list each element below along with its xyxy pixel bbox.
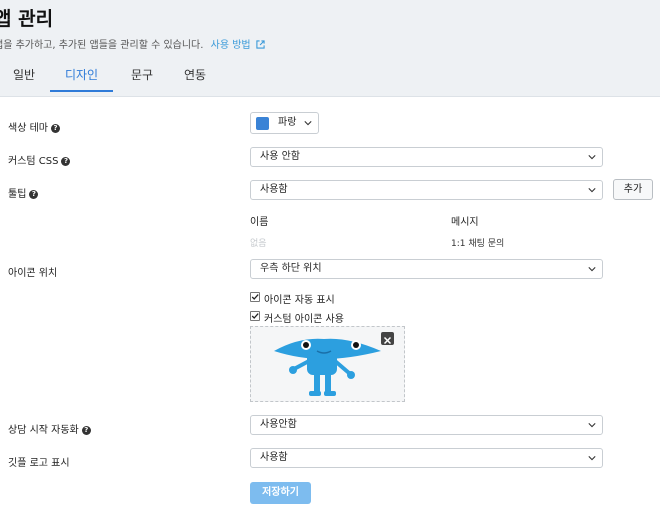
tooltip-label: 툴팁? [8, 185, 39, 200]
save-button[interactable]: 저장하기 [250, 482, 311, 504]
table-cell-name: 없음 [250, 239, 267, 249]
add-tooltip-button[interactable]: 추가 [613, 179, 653, 200]
chevron-down-icon [588, 423, 596, 428]
icon-position-select[interactable]: 우측 하단 위치 [250, 259, 603, 279]
page-header: 앱 관리 앱을 추가하고, 추가된 앱들을 관리할 수 있습니다. 사용 방법 … [0, 0, 660, 97]
help-link-label: 사용 방법 [210, 40, 251, 51]
color-theme-select[interactable]: 파랑 [250, 112, 319, 134]
checkmark-icon [251, 313, 259, 319]
show-logo-value: 사용함 [260, 452, 288, 463]
tab-general[interactable]: 일반 [4, 66, 44, 90]
tooltip-value: 사용함 [260, 184, 288, 195]
help-icon[interactable]: ? [29, 189, 39, 199]
auto-start-select[interactable]: 사용안함 [250, 415, 603, 435]
help-icon[interactable]: ? [50, 123, 60, 133]
tab-design[interactable]: 디자인 [50, 66, 113, 92]
color-theme-value: 파랑 [278, 117, 297, 128]
custom-icon-preview[interactable] [250, 326, 405, 402]
custom-icon-checkbox[interactable] [250, 311, 260, 321]
chevron-down-icon [588, 267, 596, 272]
auto-start-value: 사용안함 [260, 419, 297, 430]
auto-start-label: 상담 시작 자동화? [8, 421, 91, 436]
page-subtitle: 앱을 추가하고, 추가된 앱들을 관리할 수 있습니다. 사용 방법 [0, 36, 265, 51]
close-icon [383, 336, 392, 345]
mascot-icon [274, 338, 381, 396]
page-title: 앱 관리 [0, 8, 54, 30]
chevron-down-icon [304, 121, 312, 126]
custom-css-value: 사용 안함 [260, 151, 300, 162]
icon-position-value: 우측 하단 위치 [260, 263, 322, 274]
chevron-down-icon [588, 456, 596, 461]
tooltip-select[interactable]: 사용함 [250, 180, 603, 200]
custom-css-select[interactable]: 사용 안함 [250, 147, 603, 167]
color-swatch [256, 117, 269, 130]
remove-icon-button[interactable] [381, 332, 394, 345]
icon-position-label: 아이콘 위치 [8, 268, 58, 279]
tab-integration[interactable]: 연동 [175, 66, 215, 90]
custom-css-label: 커스텀 CSS? [8, 152, 71, 167]
show-logo-select[interactable]: 사용함 [250, 448, 603, 468]
auto-show-icon-label: 아이콘 자동 표시 [264, 295, 335, 306]
external-link-icon [256, 40, 265, 49]
custom-icon-label: 커스텀 아이콘 사용 [264, 314, 344, 325]
help-icon[interactable]: ? [81, 425, 91, 435]
color-theme-label: 색상 테마? [8, 119, 60, 134]
table-cell-message: 1:1 채팅 문의 [451, 239, 505, 249]
show-logo-label: 깃플 로고 표시 [8, 458, 70, 469]
help-icon[interactable]: ? [61, 156, 71, 166]
auto-show-icon-checkbox[interactable] [250, 292, 260, 302]
column-header-message: 메시지 [451, 217, 479, 228]
page-description: 앱을 추가하고, 추가된 앱들을 관리할 수 있습니다. [0, 40, 204, 51]
help-link[interactable]: 사용 방법 [211, 40, 265, 51]
column-header-name: 이름 [250, 217, 269, 228]
checkmark-icon [251, 294, 259, 300]
chevron-down-icon [588, 188, 596, 193]
tab-text[interactable]: 문구 [122, 66, 162, 90]
chevron-down-icon [588, 155, 596, 160]
